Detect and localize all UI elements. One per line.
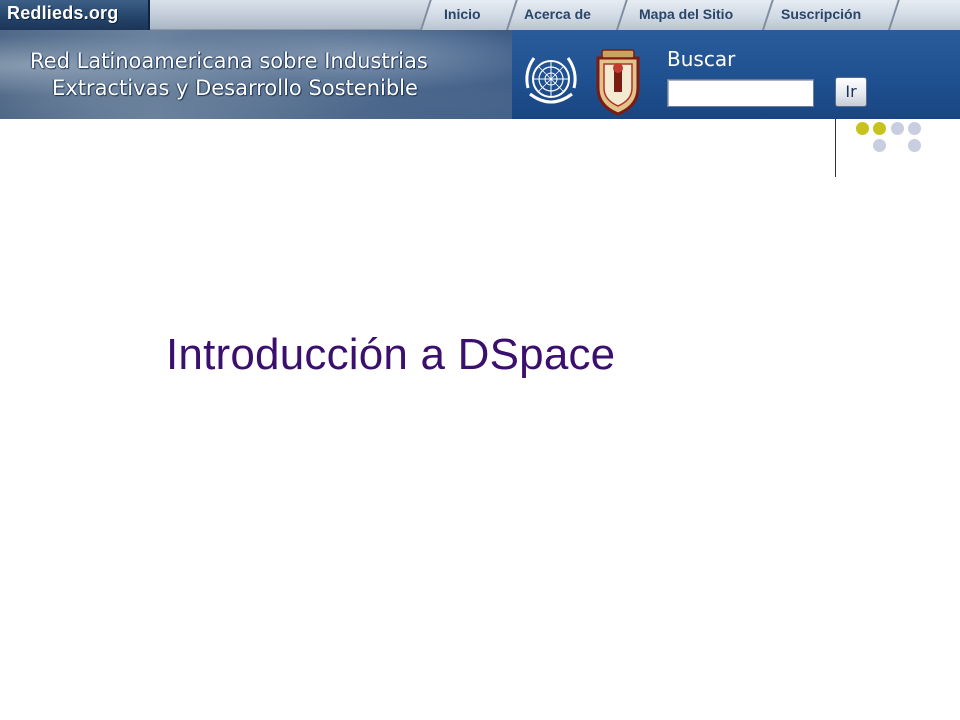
divider-line [835,119,836,177]
university-crest-icon [596,49,640,116]
top-nav-bar: Redlieds.org Inicio Acerca de Mapa del S… [0,0,960,30]
nav-tab-inicio[interactable]: Inicio [444,6,481,22]
nav-tab-acerca[interactable]: Acerca de [524,6,591,22]
un-emblem-icon [525,57,577,104]
decor-dot [873,139,886,152]
decor-dot [891,122,904,135]
search-label: Buscar [667,47,736,71]
nav-tab-suscripcion[interactable]: Suscripción [781,6,861,22]
decor-dot [908,122,921,135]
site-brand[interactable]: Redlieds.org [0,0,150,30]
site-title: Red Latinoamericana sobre Industrias Ext… [30,48,428,102]
search-input[interactable] [667,79,814,107]
decor-dot [908,139,921,152]
site-title-line1: Red Latinoamericana sobre Industrias [30,49,428,73]
slide-title: Introducción a DSpace [166,330,616,379]
nav-tab-mapa[interactable]: Mapa del Sitio [639,6,733,22]
decor-dot [856,122,869,135]
decor-dot [873,122,886,135]
site-brand-label: Redlieds.org [7,3,119,23]
site-title-line2: Extractivas y Desarrollo Sostenible [52,76,418,100]
search-go-button[interactable]: Ir [835,77,867,107]
nav-tab-spacer [888,0,960,30]
header-banner: Red Latinoamericana sobre Industrias Ext… [0,30,960,119]
